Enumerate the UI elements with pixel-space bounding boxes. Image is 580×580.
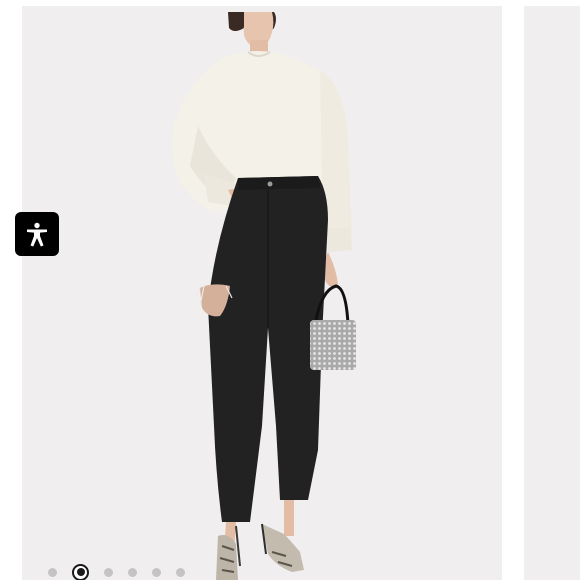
carousel-dot[interactable]: [128, 567, 137, 577]
carousel-dot[interactable]: [104, 567, 113, 577]
carousel-dot[interactable]: [152, 567, 161, 577]
carousel-pagination: [48, 563, 185, 580]
carousel-dot-active[interactable]: [72, 563, 89, 580]
product-photo: [172, 12, 356, 580]
product-gallery: [0, 0, 580, 580]
accessibility-person-icon: [27, 222, 47, 247]
next-product-image-slide[interactable]: [524, 6, 580, 580]
carousel-dot[interactable]: [176, 567, 185, 577]
product-image-slide[interactable]: [22, 6, 502, 580]
carousel-dot[interactable]: [48, 567, 57, 577]
accessibility-button[interactable]: [15, 212, 59, 256]
